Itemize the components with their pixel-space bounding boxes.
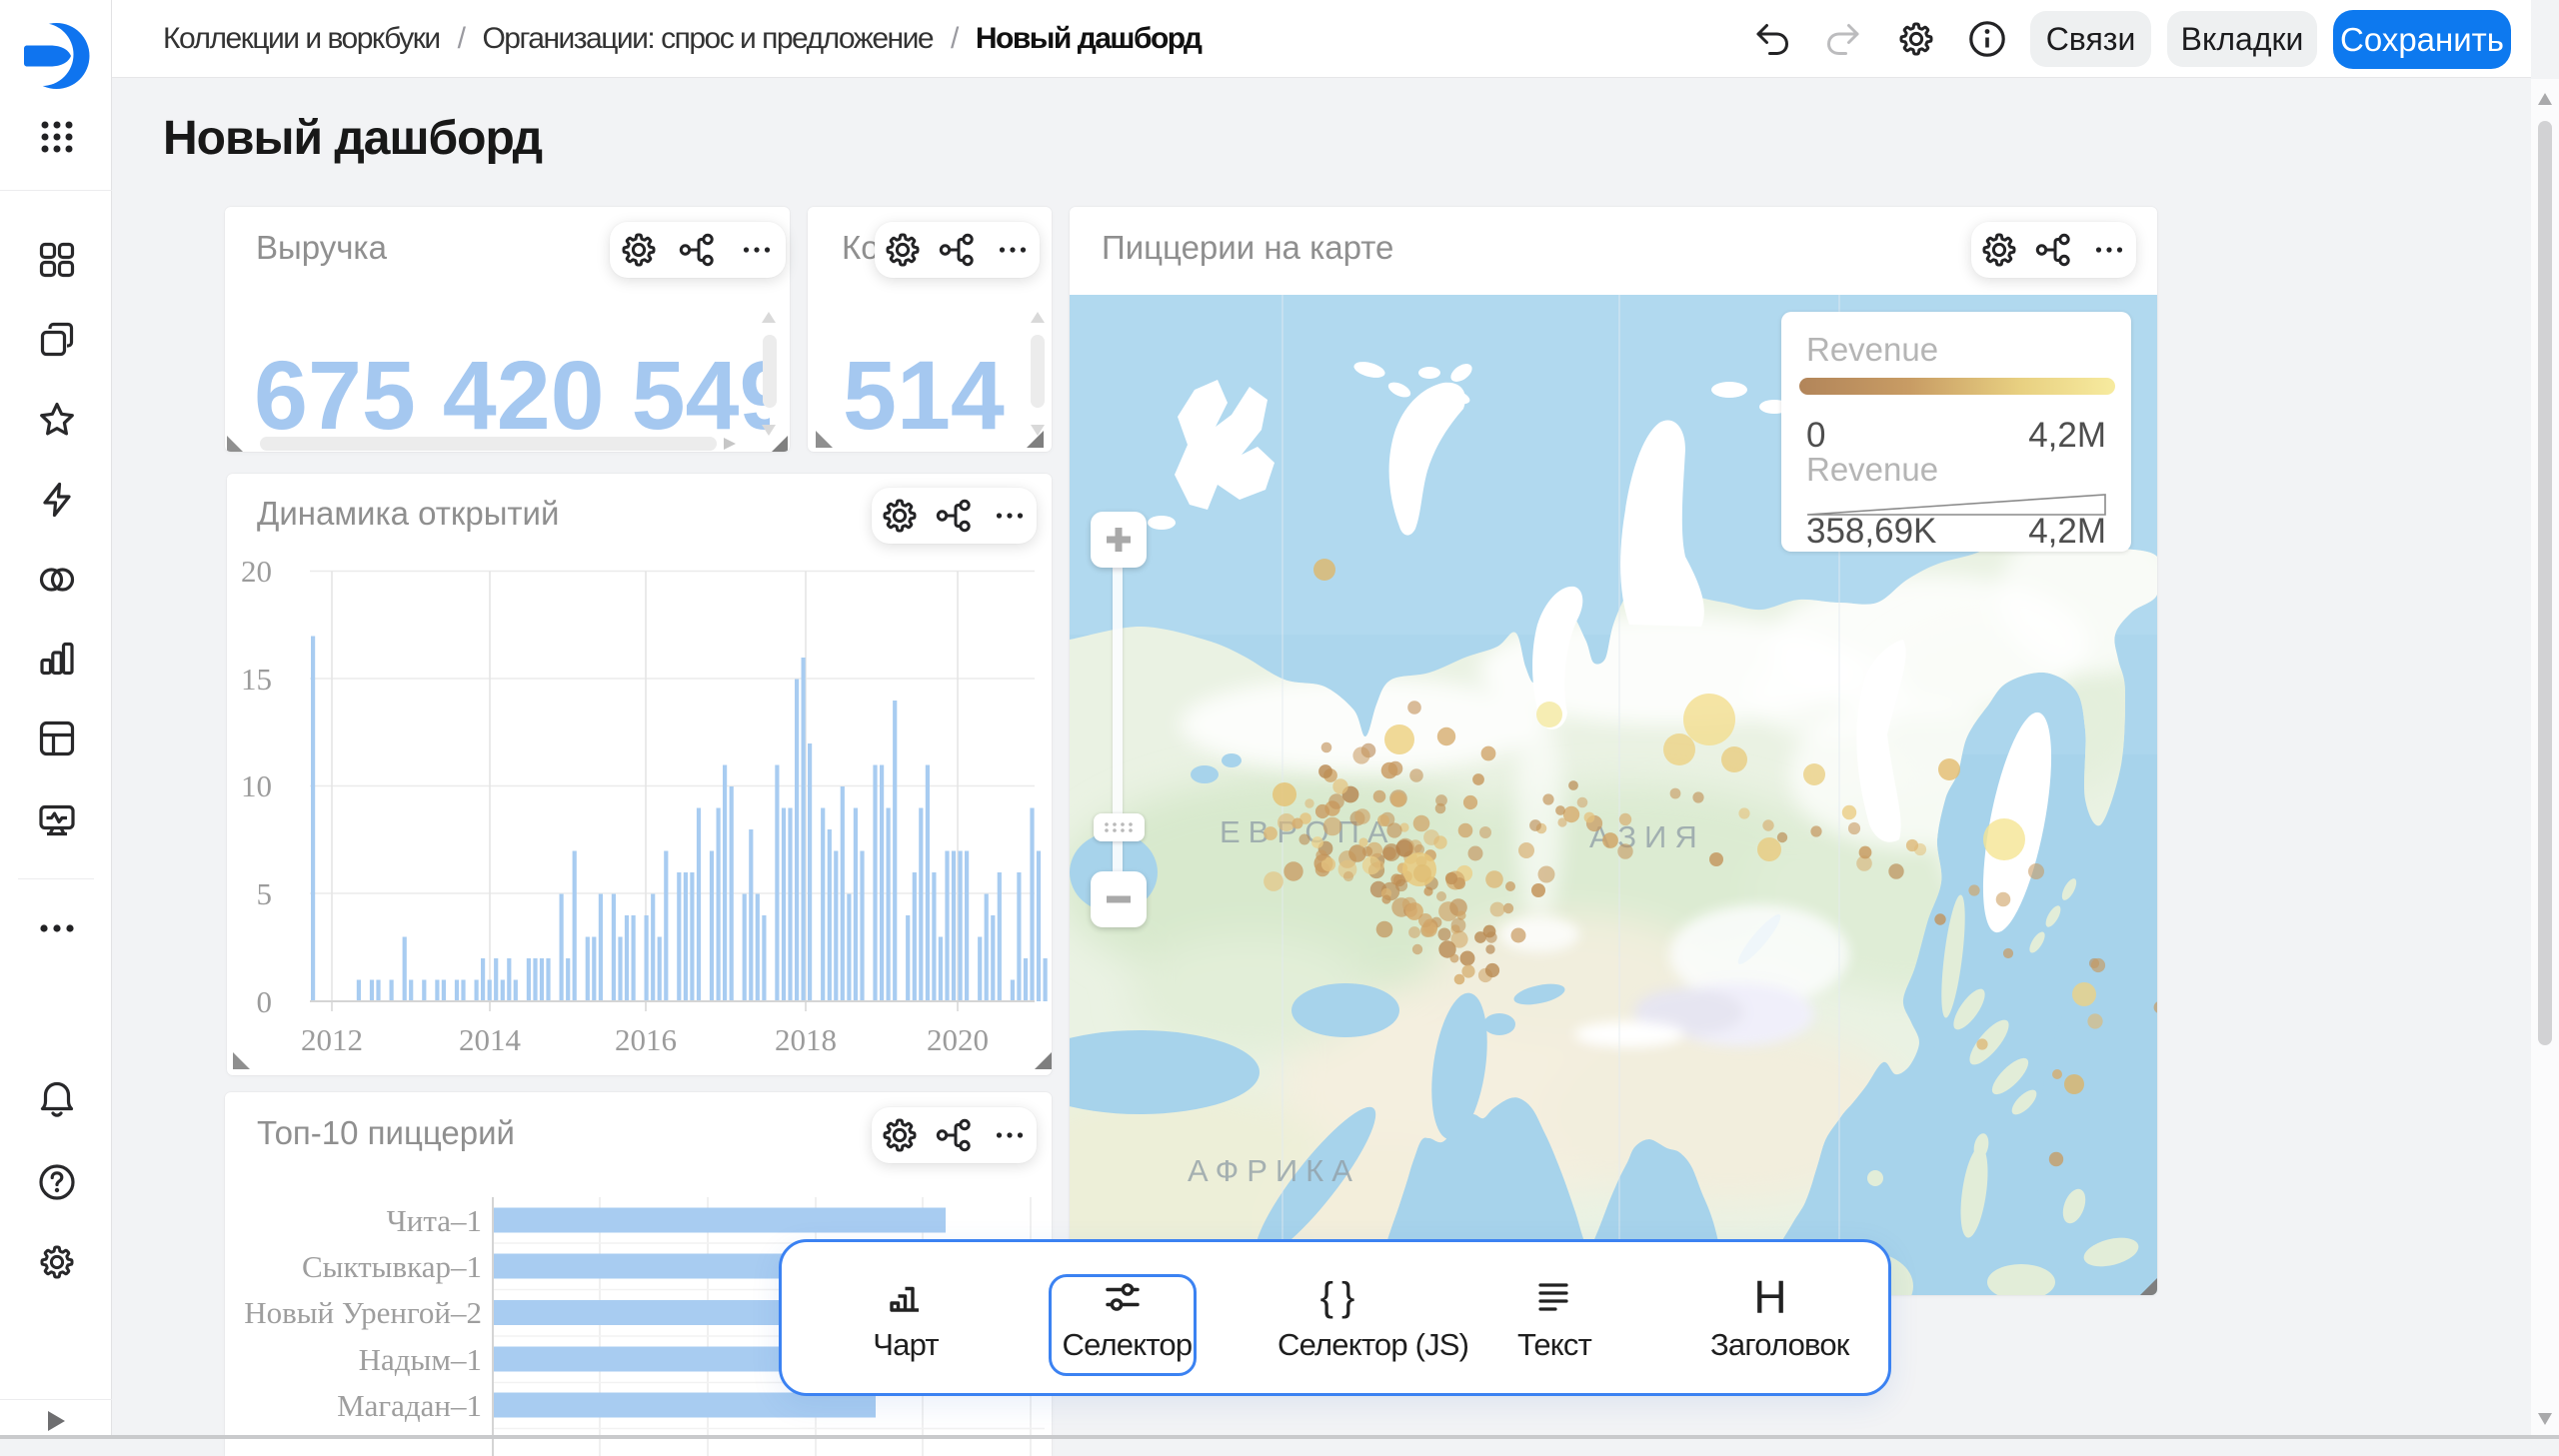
svg-text:15: 15 (241, 662, 272, 697)
svg-text:Новый Уренгой–2: Новый Уренгой–2 (244, 1295, 482, 1330)
svg-text:2014: 2014 (459, 1022, 522, 1057)
svg-text:АФРИКА: АФРИКА (1188, 1153, 1360, 1188)
svg-text:Магадан–1: Магадан–1 (337, 1388, 482, 1423)
svg-text:Надым–1: Надым–1 (359, 1342, 482, 1377)
svg-text:2016: 2016 (615, 1022, 677, 1057)
svg-text:2018: 2018 (775, 1022, 837, 1057)
svg-text:20: 20 (241, 554, 272, 589)
svg-text:10: 10 (241, 768, 272, 803)
svg-text:2012: 2012 (301, 1022, 363, 1057)
svg-text:2020: 2020 (927, 1022, 989, 1057)
svg-text:5: 5 (257, 876, 273, 911)
svg-text:0: 0 (257, 984, 273, 1019)
svg-text:Сыктывкар–1: Сыктывкар–1 (302, 1249, 482, 1284)
svg-text:Чита–1: Чита–1 (387, 1203, 482, 1238)
